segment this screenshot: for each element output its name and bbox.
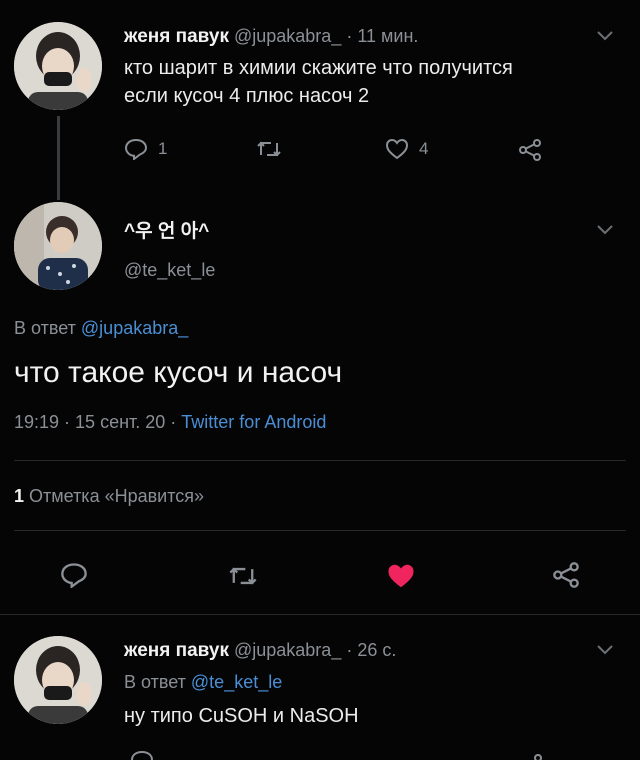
reply-context-label: В ответ (124, 672, 186, 692)
share-button[interactable] (518, 139, 542, 161)
divider (14, 530, 626, 531)
avatar[interactable] (14, 636, 102, 724)
retweet-icon (256, 139, 282, 159)
likes-label: Отметка «Нравится» (29, 486, 205, 506)
handle[interactable]: @jupakabra_ (234, 26, 341, 46)
display-name[interactable]: женя павук (124, 26, 229, 47)
handle[interactable]: @te_ket_le (124, 260, 215, 281)
liked-heart-icon (386, 562, 416, 590)
handle[interactable]: @jupakabra_ (234, 640, 341, 660)
retweet-button[interactable] (228, 564, 258, 588)
share-icon (518, 139, 542, 161)
heart-icon (385, 138, 409, 160)
avatar[interactable] (14, 202, 102, 290)
like-button[interactable]: 4 (385, 138, 428, 160)
likes-summary[interactable]: 1 Отметка «Нравится» (14, 486, 204, 507)
timestamp[interactable]: · 26 с. (346, 640, 396, 660)
tweet-text-line: кто шарит в химии скажите что получится (124, 57, 513, 79)
share-button[interactable] (552, 562, 580, 588)
avatar[interactable] (14, 22, 102, 110)
tweet-text-line: если кусоч 4 плюс насоч 2 (124, 85, 370, 107)
chevron-down-icon[interactable] (596, 644, 614, 656)
like-count: 4 (419, 139, 429, 158)
chevron-down-icon[interactable] (596, 224, 614, 236)
share-icon[interactable] (532, 750, 544, 760)
divider (14, 460, 626, 461)
display-name[interactable]: ^우 언 아^ (124, 216, 209, 243)
share-icon (552, 562, 580, 588)
retweet-button[interactable] (256, 139, 282, 159)
retweet-icon (228, 564, 258, 588)
tweet-text: что такое кусоч и насоч (14, 356, 343, 389)
timestamp[interactable]: · 11 мин. (346, 26, 418, 46)
reply-button[interactable] (60, 562, 88, 588)
tweet-text: ну типо CuSOH и NaSOH (124, 705, 359, 727)
reply-button[interactable]: 1 (124, 138, 167, 160)
reply-context-label: В ответ (14, 318, 76, 338)
thread-line (57, 116, 60, 200)
reply-to-link[interactable]: @jupakabra_ (81, 318, 188, 338)
tweet-timestamp[interactable]: 19:19 · 15 сент. 20 · (14, 412, 176, 432)
like-button[interactable] (386, 562, 416, 590)
chevron-down-icon[interactable] (596, 30, 614, 42)
display-name[interactable]: женя павук (124, 640, 229, 661)
reply-icon[interactable] (130, 750, 154, 760)
reply-to-link[interactable]: @te_ket_le (191, 672, 282, 692)
divider (0, 614, 640, 615)
source-link[interactable]: Twitter for Android (181, 412, 326, 432)
likes-count: 1 (14, 486, 25, 506)
reply-icon (60, 562, 88, 588)
reply-count: 1 (158, 139, 168, 158)
reply-icon (124, 138, 148, 160)
